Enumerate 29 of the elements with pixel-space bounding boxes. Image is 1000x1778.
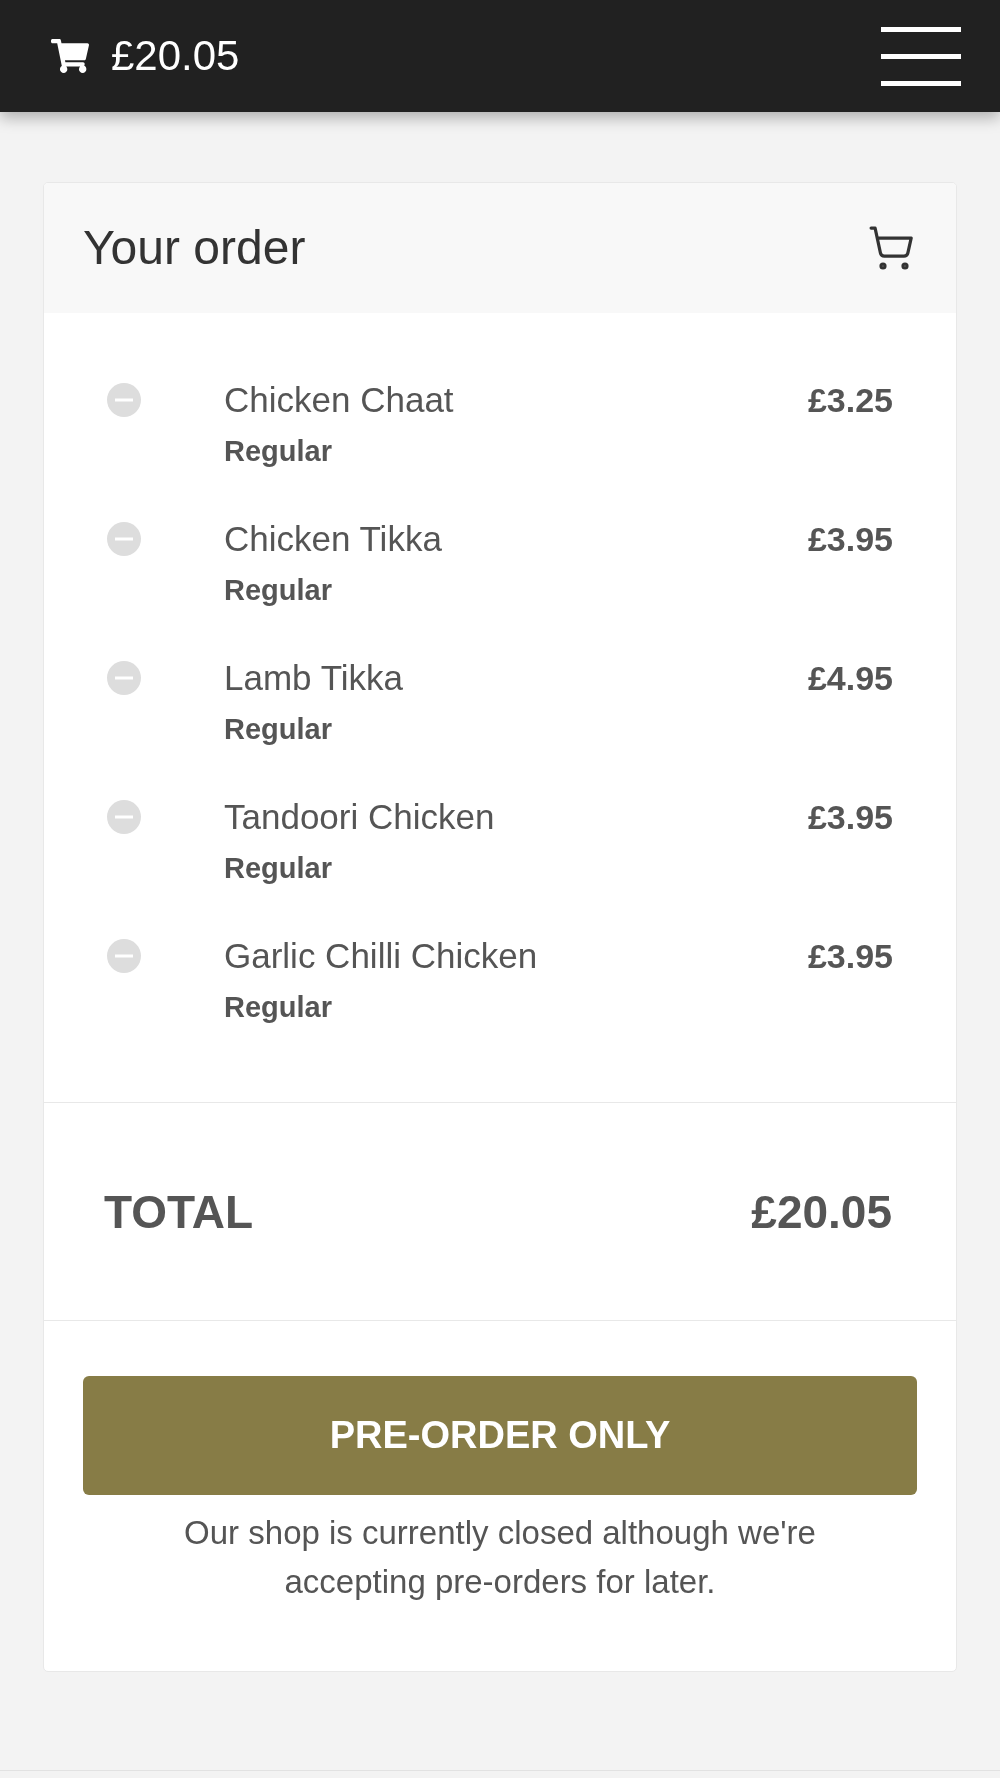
item-price: £3.95	[807, 519, 893, 560]
card-title: Your order	[83, 224, 306, 272]
item-price: £3.25	[807, 380, 893, 421]
total-amount: £20.05	[751, 1188, 892, 1235]
shop-closed-note: Our shop is currently closed although we're accepting pre-orders for later.	[183, 1513, 817, 1602]
item-name: Lamb Tikka	[224, 657, 403, 699]
item-option: Regular	[224, 712, 332, 746]
pre-order-button[interactable]: PRE-ORDER ONLY	[83, 1376, 917, 1495]
menu-icon[interactable]	[881, 26, 961, 86]
remove-item-icon[interactable]	[107, 800, 141, 834]
item-name: Tandoori Chicken	[224, 796, 495, 838]
item-price: £3.95	[807, 797, 893, 838]
remove-item-icon[interactable]	[107, 661, 141, 695]
item-option: Regular	[224, 434, 332, 468]
item-option: Regular	[224, 573, 332, 607]
cart-icon	[51, 39, 89, 73]
cart-total: £20.05	[111, 35, 240, 77]
cart-icon	[867, 224, 915, 272]
item-price: £4.95	[807, 658, 893, 699]
item-price: £3.95	[807, 936, 893, 977]
item-option: Regular	[224, 990, 332, 1024]
item-option: Regular	[224, 851, 332, 885]
item-name: Chicken Tikka	[224, 518, 442, 560]
remove-item-icon[interactable]	[107, 522, 141, 556]
remove-item-icon[interactable]	[107, 939, 141, 973]
remove-item-icon[interactable]	[107, 383, 141, 417]
total-label: TOTAL	[104, 1188, 254, 1235]
item-name: Garlic Chilli Chicken	[224, 935, 538, 977]
item-name: Chicken Chaat	[224, 379, 454, 421]
